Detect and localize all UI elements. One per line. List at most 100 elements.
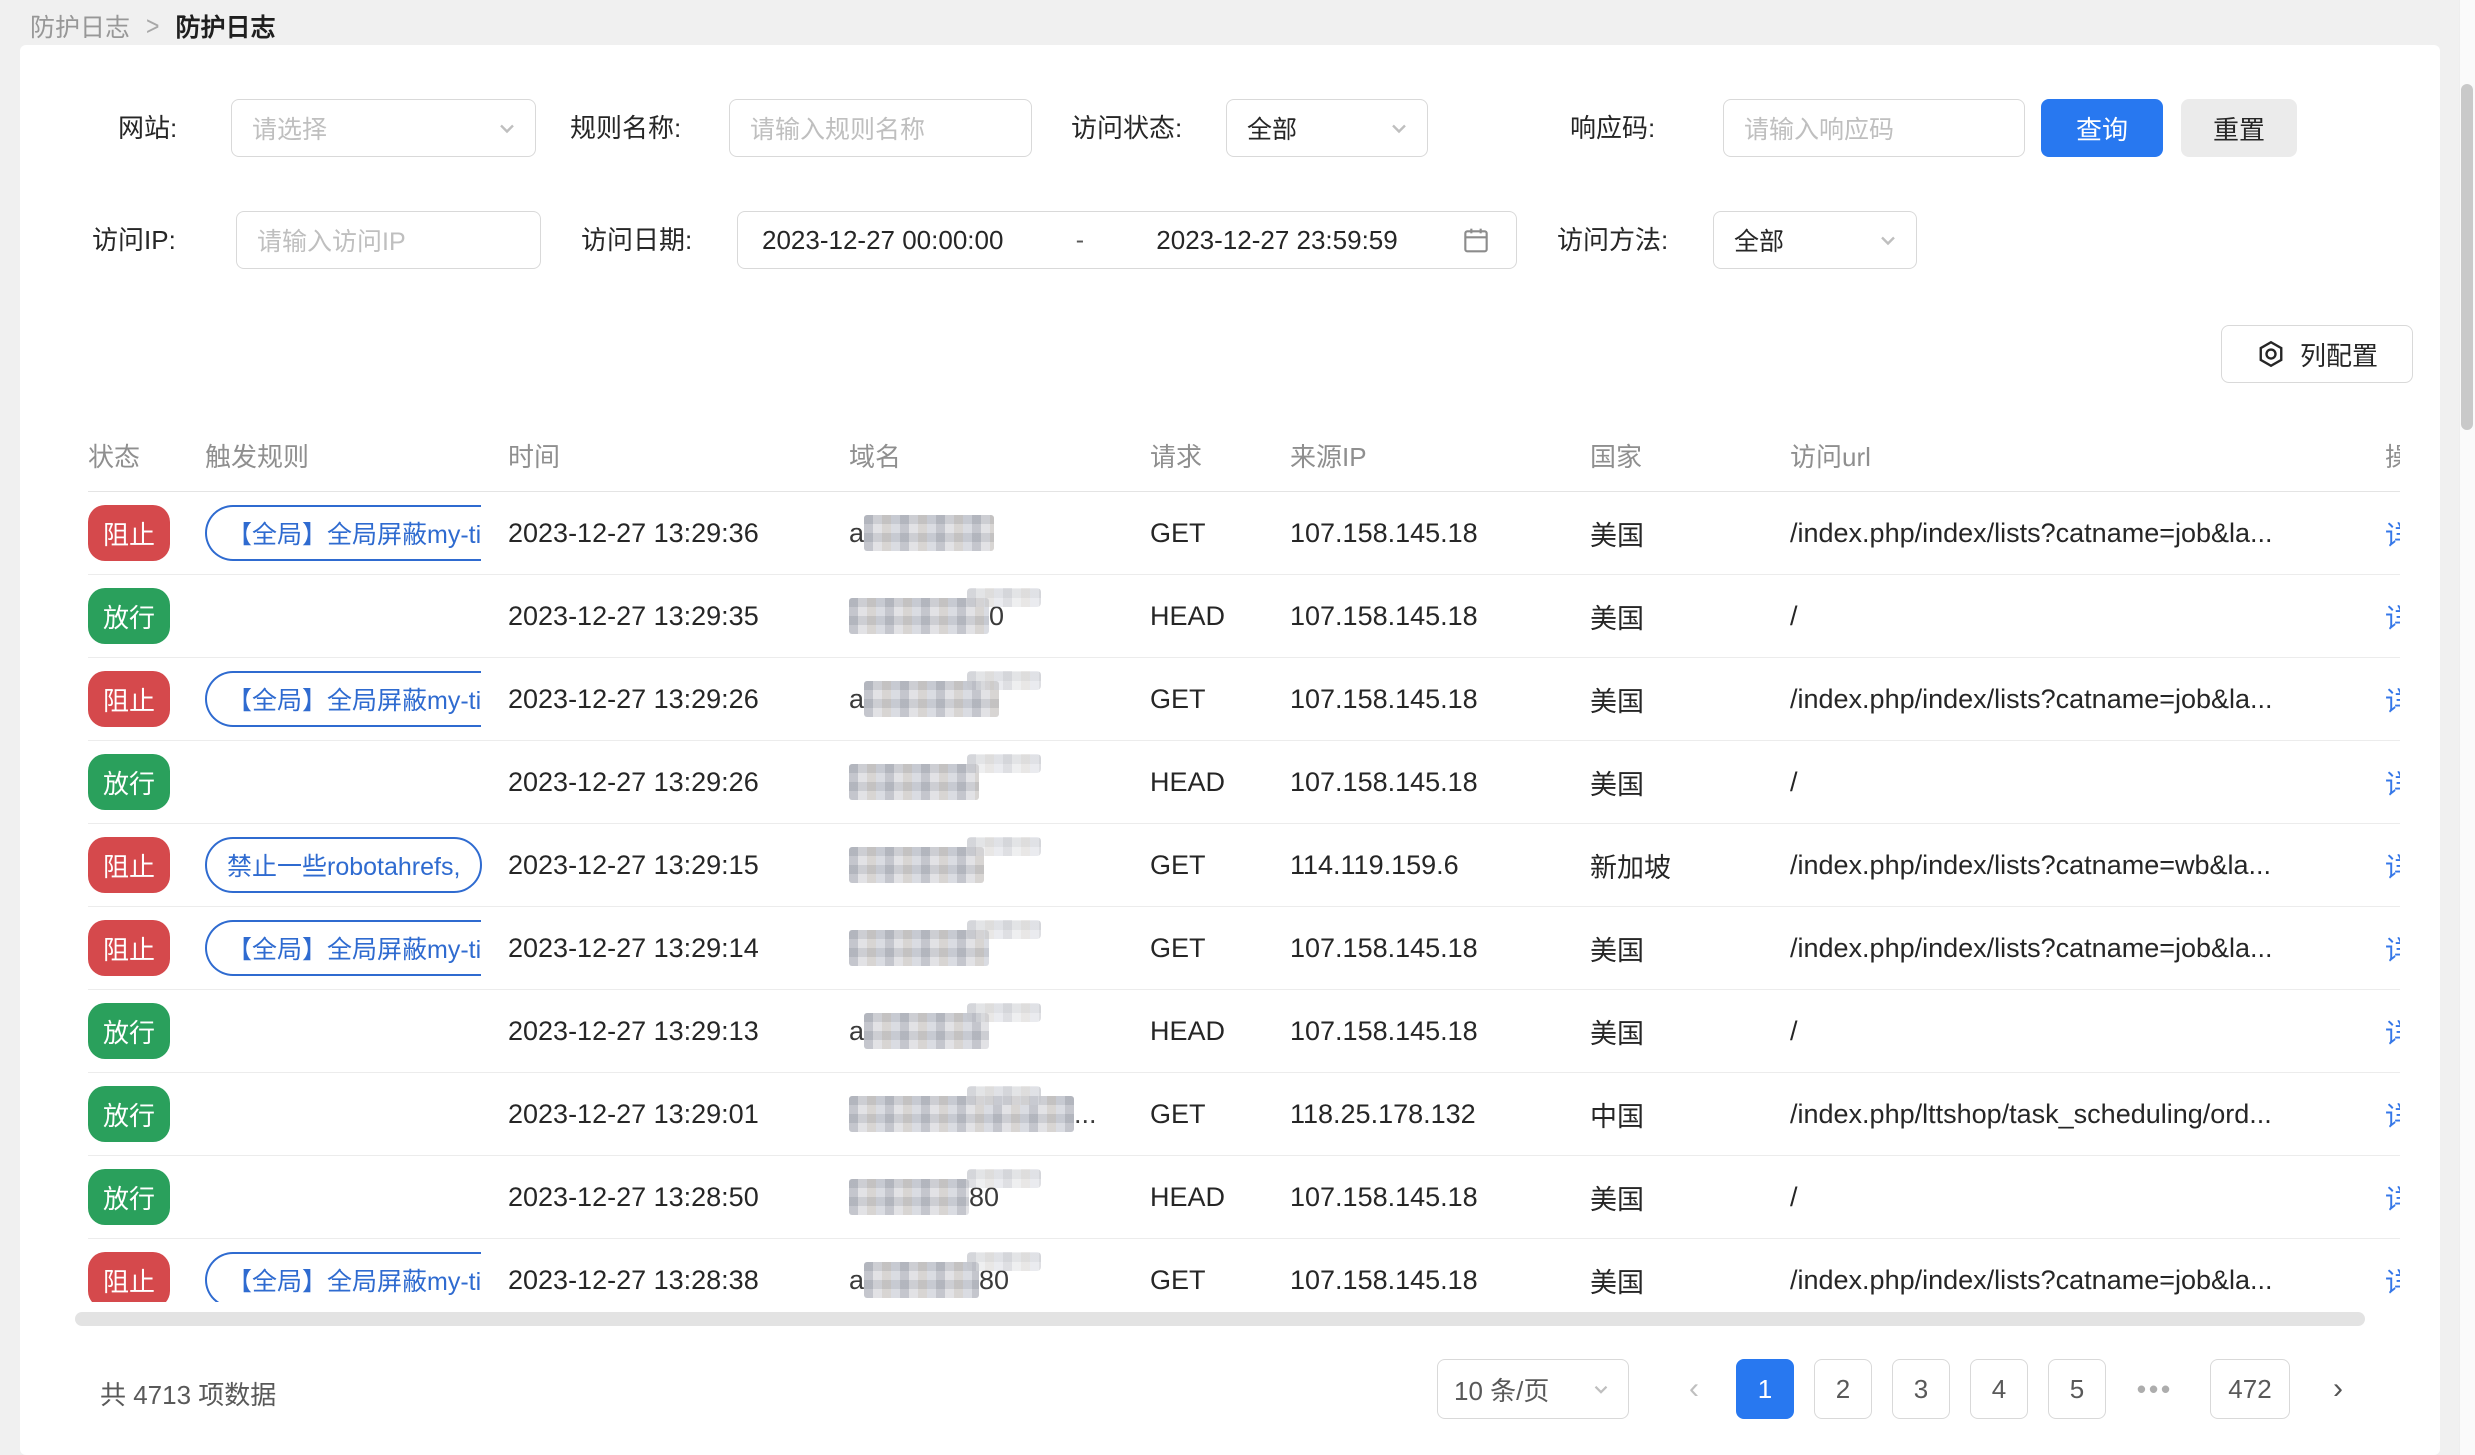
date-end[interactable]: 2023-12-27 23:59:59 — [1156, 225, 1397, 256]
url-cell: /index.php/lttshop/task_scheduling/ord..… — [1790, 1099, 2385, 1130]
col-url: 访问url — [1790, 437, 2385, 474]
status-badge: 阻止 — [88, 1252, 170, 1302]
url-cell: / — [1790, 1016, 2385, 1047]
access-method-label: 访问方法: — [1557, 211, 1668, 269]
country-cell: 美国 — [1590, 1261, 1790, 1300]
url-cell: / — [1790, 767, 2385, 798]
censored-domain — [849, 1179, 969, 1215]
domain-cell: a 80 — [849, 1262, 1150, 1298]
last-page-button[interactable]: 472 — [2210, 1359, 2290, 1419]
ip-cell: 107.158.145.18 — [1290, 684, 1590, 715]
time-cell: 2023-12-27 13:29:26 — [508, 767, 849, 798]
access-status-select[interactable]: 全部 — [1226, 99, 1428, 157]
rule-name-input[interactable]: 请输入规则名称 — [729, 99, 1032, 157]
site-select[interactable]: 请选择 — [231, 99, 536, 157]
col-rule: 触发规则 — [205, 437, 508, 474]
detail-link[interactable]: 详情 — [2385, 514, 2400, 553]
domain-cell: 0 — [849, 598, 1150, 634]
table-row: 放行 2023-12-27 13:28:50 80 HEAD 107.158.1… — [88, 1156, 2400, 1239]
url-cell: / — [1790, 601, 2385, 632]
domain-cell — [849, 764, 1150, 800]
vertical-scrollbar-thumb[interactable] — [2461, 84, 2473, 430]
horizontal-scrollbar-thumb[interactable] — [75, 1312, 2365, 1326]
time-cell: 2023-12-27 13:29:35 — [508, 601, 849, 632]
censor-smudge — [967, 1169, 1041, 1188]
status-badge: 放行 — [88, 754, 170, 810]
rule-chip[interactable]: 禁止一些robotahrefs, — [205, 834, 482, 896]
ip-cell: 107.158.145.18 — [1290, 1182, 1590, 1213]
response-code-input[interactable]: 请输入响应码 — [1723, 99, 2025, 157]
chevron-down-icon — [1387, 116, 1411, 140]
censor-smudge — [967, 671, 1041, 690]
page-button-3[interactable]: 3 — [1892, 1359, 1950, 1419]
breadcrumb-parent[interactable]: 防护日志 — [30, 8, 130, 44]
calendar-icon[interactable] — [1460, 224, 1492, 256]
table-row: 阻止 【全局】全局屏蔽my-ti 2023-12-27 13:29:14 GET… — [88, 907, 2400, 990]
table-row: 放行 2023-12-27 13:29:01 ... GET 118.25.17… — [88, 1073, 2400, 1156]
page-ellipsis[interactable]: ••• — [2126, 1359, 2184, 1419]
rule-chip[interactable]: 【全局】全局屏蔽my-ti — [205, 1249, 481, 1302]
censor-smudge — [967, 1086, 1041, 1105]
rule-chip[interactable]: 【全局】全局屏蔽my-ti — [205, 668, 481, 730]
detail-link[interactable]: 详情 — [2385, 763, 2400, 802]
time-cell: 2023-12-27 13:29:36 — [508, 518, 849, 549]
country-cell: 美国 — [1590, 1178, 1790, 1217]
reset-button[interactable]: 重置 — [2181, 99, 2297, 157]
status-badge: 阻止 — [88, 920, 170, 976]
col-time: 时间 — [508, 437, 849, 474]
url-cell: /index.php/index/lists?catname=job&la... — [1790, 684, 2385, 715]
rule-chip[interactable]: 【全局】全局屏蔽my-ti — [205, 502, 481, 564]
page-size-select[interactable]: 10 条/页 — [1437, 1359, 1629, 1419]
date-separator: - — [1066, 226, 1094, 255]
country-cell: 美国 — [1590, 763, 1790, 802]
country-cell: 新加坡 — [1590, 846, 1790, 885]
query-button[interactable]: 查询 — [2041, 99, 2163, 157]
prev-page-button[interactable]: ‹ — [1672, 1359, 1716, 1419]
rule-chip[interactable]: 【全局】全局屏蔽my-ti — [205, 917, 481, 979]
next-page-button[interactable]: › — [2316, 1359, 2360, 1419]
page-button-4[interactable]: 4 — [1970, 1359, 2028, 1419]
col-status: 状态 — [88, 437, 205, 474]
method-cell: GET — [1150, 518, 1290, 549]
page-button-1[interactable]: 1 — [1736, 1359, 1794, 1419]
breadcrumb-current: 防护日志 — [175, 8, 275, 44]
method-cell: GET — [1150, 1099, 1290, 1130]
detail-link[interactable]: 详情 — [2385, 1261, 2400, 1300]
date-range-picker[interactable]: 2023-12-27 00:00:00 - 2023-12-27 23:59:5… — [737, 211, 1517, 269]
date-start[interactable]: 2023-12-27 00:00:00 — [762, 225, 1003, 256]
method-cell: HEAD — [1150, 767, 1290, 798]
time-cell: 2023-12-27 13:29:13 — [508, 1016, 849, 1047]
detail-link[interactable]: 详情 — [2385, 680, 2400, 719]
censor-smudge — [967, 1003, 1041, 1022]
censor-smudge — [967, 837, 1041, 856]
detail-link[interactable]: 详情 — [2385, 1012, 2400, 1051]
ip-cell: 107.158.145.18 — [1290, 518, 1590, 549]
site-label: 网站: — [118, 99, 177, 157]
table-header-row: 状态 触发规则 时间 域名 请求 来源IP 国家 访问url 操作 — [88, 420, 2400, 492]
vertical-scrollbar-track[interactable] — [2459, 0, 2475, 1455]
access-date-label: 访问日期: — [581, 211, 692, 269]
detail-link[interactable]: 详情 — [2385, 1095, 2400, 1134]
detail-link[interactable]: 详情 — [2385, 929, 2400, 968]
censor-smudge — [967, 1252, 1041, 1271]
rule-name-label: 规则名称: — [570, 99, 681, 157]
detail-link[interactable]: 详情 — [2385, 1178, 2400, 1217]
page-button-2[interactable]: 2 — [1814, 1359, 1872, 1419]
status-badge: 放行 — [88, 588, 170, 644]
table-row: 阻止 【全局】全局屏蔽my-ti 2023-12-27 13:29:26 a G… — [88, 658, 2400, 741]
chevron-down-icon — [495, 116, 519, 140]
column-config-button[interactable]: 列配置 — [2221, 325, 2413, 383]
page-button-5[interactable]: 5 — [2048, 1359, 2106, 1419]
chevron-down-icon — [1590, 1378, 1612, 1400]
access-ip-input[interactable]: 请输入访问IP — [236, 211, 541, 269]
time-cell: 2023-12-27 13:28:50 — [508, 1182, 849, 1213]
detail-link[interactable]: 详情 — [2385, 846, 2400, 885]
detail-link[interactable]: 详情 — [2385, 597, 2400, 636]
method-cell: HEAD — [1150, 601, 1290, 632]
response-code-label: 响应码: — [1570, 99, 1655, 157]
access-method-select[interactable]: 全部 — [1713, 211, 1917, 269]
ip-cell: 107.158.145.18 — [1290, 933, 1590, 964]
ip-cell: 107.158.145.18 — [1290, 601, 1590, 632]
domain-cell: ... — [849, 1096, 1150, 1132]
col-request: 请求 — [1150, 437, 1290, 474]
